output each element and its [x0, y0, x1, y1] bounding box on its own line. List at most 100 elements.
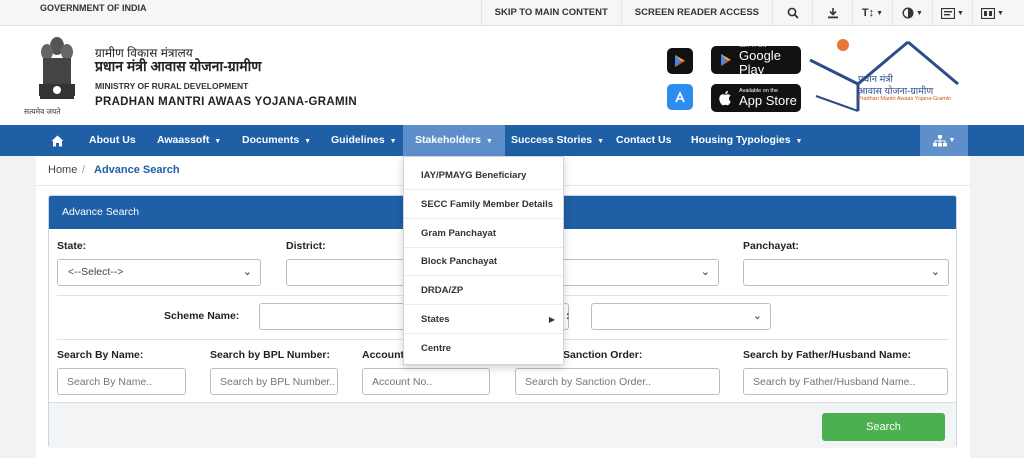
chevron-down-icon: ▼ [597, 138, 604, 145]
chevron-down-icon: ▼ [214, 138, 222, 145]
chevron-down-icon: ⌄ [700, 266, 710, 278]
panel-footer: Search [49, 402, 956, 448]
chevron-down-icon: ▼ [795, 138, 803, 145]
nav-about-us[interactable]: About Us [89, 125, 136, 156]
search-name-input[interactable] [57, 368, 186, 395]
main-navigation: About Us Awaassoft ▼ Documents ▼ Guideli… [0, 125, 1024, 156]
chevron-right-icon: ▶ [548, 315, 555, 324]
chevron-down-icon: ⌄ [242, 266, 252, 278]
menu-item-beneficiary[interactable]: IAY/PMAYG Beneficiary [404, 161, 563, 190]
scheme-name-label: Scheme Name: [164, 310, 240, 322]
menu-item-label: States [421, 314, 450, 325]
chevron-down-icon: ▼ [916, 9, 923, 17]
scheme-hindi: प्रधान मंत्री आवास योजना-ग्रामीण [95, 58, 262, 74]
nav-label: Contact Us [616, 134, 672, 146]
sanction-order-input[interactable] [515, 368, 720, 395]
search-bpl-label: Search by BPL Number: [210, 349, 331, 361]
screen-reader-link[interactable]: SCREEN READER ACCESS [620, 0, 772, 26]
chevron-down-icon: ▼ [876, 9, 884, 17]
nav-label: Guidelines [331, 134, 385, 146]
father-name-label: Search by Father/Husband Name: [743, 349, 912, 361]
breadcrumb-current: Advance Search [94, 164, 180, 176]
search-icon[interactable] [772, 0, 812, 26]
panchayat-label: Panchayat: [743, 240, 800, 252]
logo-text-line3: Pradhan Mantri Awaas Yojana-Gramin [858, 96, 952, 102]
site-header: सत्यमेव जयते ग्रामीण विकास मंत्रालय प्रध… [0, 26, 1024, 125]
nav-awaassoft[interactable]: Awaassoft ▼ [157, 125, 221, 156]
chevron-down-icon: ▼ [957, 9, 964, 17]
state-label: State: [57, 240, 87, 252]
contrast-icon[interactable]: ▼ [892, 0, 932, 26]
home-icon[interactable] [40, 125, 74, 156]
chevron-down-icon: ⌄ [752, 310, 762, 322]
sitemap-icon[interactable]: ▼ [920, 125, 968, 156]
menu-item-secc[interactable]: SECC Family Member Details [404, 190, 563, 219]
text-size-glyph: T↕ [861, 7, 875, 19]
search-bpl-input[interactable] [210, 368, 338, 395]
stakeholders-dropdown: IAY/PMAYG Beneficiary SECC Family Member… [403, 156, 564, 365]
chevron-down-icon: ⌄ [930, 266, 940, 278]
google-play-badge[interactable]: GET IT ON Google Play [711, 43, 801, 77]
chevron-down-icon: ▼ [997, 9, 1004, 17]
nav-guidelines[interactable]: Guidelines ▼ [331, 125, 397, 156]
menu-item-states[interactable]: States ▶ [404, 305, 563, 334]
breadcrumb-separator: / [82, 164, 86, 176]
app-store-small-icon[interactable] [667, 84, 693, 110]
nav-success-stories[interactable]: Success Stories ▼ [511, 125, 604, 156]
chevron-down-icon: ▼ [304, 138, 312, 145]
scheme-english: PRADHAN MANTRI AWAAS YOJANA-GRAMIN [95, 96, 357, 108]
nav-label: About Us [89, 134, 136, 146]
chevron-down-icon: ▼ [485, 138, 493, 145]
search-button[interactable]: Search [822, 413, 945, 441]
scheme-colon: : [566, 310, 570, 322]
search-by-name-label: Search By Name: [57, 349, 144, 361]
breadcrumb-home[interactable]: Home [48, 164, 77, 176]
nav-label: Success Stories [511, 134, 593, 146]
government-label: GOVERNMENT OF INDIA [40, 3, 147, 13]
menu-item-label: IAY/PMAYG Beneficiary [421, 170, 527, 181]
skip-to-main-link[interactable]: SKIP TO MAIN CONTENT [480, 0, 621, 26]
play-store-small-icon[interactable] [667, 48, 693, 74]
nav-stakeholders[interactable]: Stakeholders ▼ [403, 125, 505, 156]
app-store-large-text: App Store [739, 93, 797, 108]
nav-label: Stakeholders [415, 134, 481, 146]
keyboard-icon[interactable]: ▼ [972, 0, 1012, 26]
sanction-order-label: Sanction Order: [563, 349, 643, 361]
menu-item-centre[interactable]: Centre [404, 334, 563, 363]
district-label: District: [286, 240, 326, 252]
play-icon [721, 54, 731, 66]
menu-item-label: Centre [421, 343, 452, 354]
download-icon[interactable] [812, 0, 852, 26]
menu-item-label: DRDA/ZP [421, 285, 464, 296]
account-label: Account [362, 349, 404, 361]
scheme-type-select[interactable]: ⌄ [591, 303, 771, 330]
state-select[interactable]: <--Select--> ⌄ [57, 259, 261, 286]
menu-item-label: SECC Family Member Details [421, 199, 553, 210]
chevron-down-icon: ▼ [389, 138, 397, 145]
father-name-input[interactable] [743, 368, 948, 395]
menu-item-gram-panchayat[interactable]: Gram Panchayat [404, 219, 563, 248]
app-store-badge[interactable]: Available on the App Store [711, 84, 801, 112]
apple-icon [719, 90, 731, 106]
top-links: SKIP TO MAIN CONTENT SCREEN READER ACCES… [480, 0, 1012, 26]
menu-item-label: Block Panchayat [421, 256, 498, 267]
menu-item-block-panchayat[interactable]: Block Panchayat [404, 247, 563, 276]
nav-label: Documents [242, 134, 300, 146]
chevron-down-icon: ▼ [948, 137, 956, 144]
emblem-caption: सत्यमेव जयते [24, 107, 61, 116]
nav-label: Housing Typologies [691, 134, 791, 146]
nav-documents[interactable]: Documents ▼ [242, 125, 311, 156]
state-select-value: <--Select--> [68, 266, 124, 278]
nav-housing-typologies[interactable]: Housing Typologies ▼ [691, 125, 802, 156]
google-play-large-text: Google Play [739, 48, 781, 77]
nav-contact-us[interactable]: Contact Us [616, 125, 671, 156]
language-icon[interactable]: ▼ [932, 0, 972, 26]
panchayat-select[interactable]: ⌄ [743, 259, 949, 286]
menu-item-drda-zp[interactable]: DRDA/ZP [404, 276, 563, 305]
text-size-icon[interactable]: T↕ ▼ [852, 0, 892, 26]
top-utility-bar: GOVERNMENT OF INDIA SKIP TO MAIN CONTENT… [0, 0, 1024, 26]
account-input[interactable] [362, 368, 490, 395]
ministry-english: MINISTRY OF RURAL DEVELOPMENT [95, 81, 249, 91]
nav-label: Awaassoft [157, 134, 210, 146]
menu-item-label: Gram Panchayat [421, 228, 496, 239]
